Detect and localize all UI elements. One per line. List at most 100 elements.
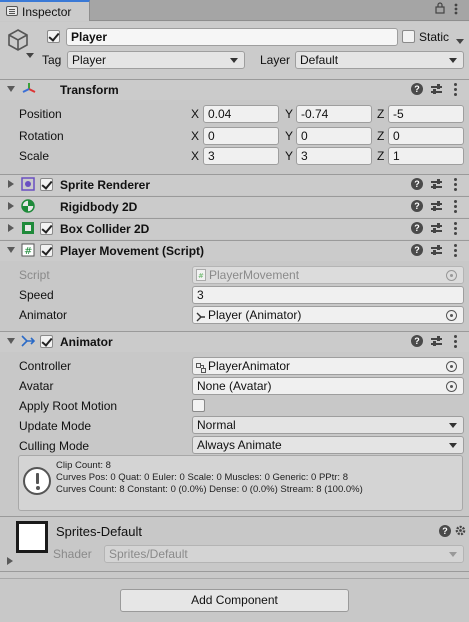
add-component-button[interactable]: Add Component (120, 589, 349, 612)
component-menu-icon[interactable] (453, 244, 457, 258)
lock-icon[interactable] (435, 2, 445, 17)
animator-title: Animator (60, 335, 113, 349)
object-picker-icon[interactable] (446, 361, 457, 372)
presets-icon[interactable] (430, 82, 444, 96)
gear-icon[interactable] (454, 524, 467, 540)
scale-x-field[interactable]: 3 (203, 147, 279, 165)
avatar-field[interactable]: None (Avatar) (192, 377, 464, 395)
rigidbody-2d-header[interactable]: Rigidbody 2D ? (0, 196, 469, 217)
tab-menu-icon[interactable] (454, 2, 458, 19)
script-label: Script (19, 268, 50, 282)
rotation-z-field[interactable]: 0 (388, 127, 464, 145)
presets-icon[interactable] (430, 221, 444, 235)
apply-root-motion-checkbox[interactable] (192, 399, 205, 412)
chevron-down-icon (449, 443, 457, 448)
position-z-field[interactable]: -5 (388, 105, 464, 123)
culling-mode-dropdown[interactable]: Always Animate (192, 436, 464, 454)
foldout-open-icon[interactable] (7, 247, 15, 253)
scale-y-label[interactable]: Y (285, 149, 293, 163)
animator-reference-value: Player (Animator) (208, 308, 302, 322)
script-value: PlayerMovement (209, 268, 300, 282)
sprite-renderer-enabled-checkbox[interactable] (40, 178, 53, 191)
apply-root-motion-label: Apply Root Motion (19, 399, 118, 413)
animator-header[interactable]: Animator ? (0, 331, 469, 352)
scale-z-label[interactable]: Z (377, 149, 384, 163)
object-picker-icon[interactable] (446, 381, 457, 392)
material-preview-swatch[interactable] (16, 521, 48, 553)
controller-value: PlayerAnimator (208, 359, 291, 373)
animator-small-icon (196, 310, 206, 323)
presets-icon[interactable] (430, 177, 444, 191)
rotation-x-field[interactable]: 0 (203, 127, 279, 145)
help-icon[interactable]: ? (411, 244, 423, 256)
component-menu-icon[interactable] (453, 222, 457, 236)
info-icon (23, 467, 51, 495)
animator-enabled-checkbox[interactable] (40, 335, 53, 348)
component-menu-icon[interactable] (453, 178, 457, 192)
script-field: PlayerMovement # (192, 266, 464, 284)
transform-header[interactable]: Transform ? (0, 79, 469, 100)
player-movement-enabled-checkbox[interactable] (40, 244, 53, 257)
rotation-x-label[interactable]: X (191, 129, 199, 143)
script-icon: # (21, 243, 35, 257)
controller-field[interactable]: PlayerAnimator (192, 357, 464, 375)
position-z-label[interactable]: Z (377, 107, 384, 121)
speed-label: Speed (19, 288, 54, 302)
position-x-field[interactable]: 0.04 (203, 105, 279, 123)
object-picker-icon[interactable] (446, 310, 457, 321)
foldout-closed-icon[interactable] (8, 180, 14, 188)
presets-icon[interactable] (430, 243, 444, 257)
separator (0, 571, 469, 572)
rotation-y-label[interactable]: Y (285, 129, 293, 143)
animator-reference-field[interactable]: Player (Animator) (192, 306, 464, 324)
layer-dropdown[interactable]: Default (295, 51, 464, 69)
box-collider-2d-header[interactable]: Box Collider 2D ? (0, 218, 469, 239)
scale-y-field[interactable]: 3 (296, 147, 372, 165)
help-icon[interactable]: ? (411, 200, 423, 212)
object-name-field[interactable]: Player (66, 28, 398, 46)
update-mode-label: Update Mode (19, 419, 92, 433)
help-icon[interactable]: ? (439, 525, 451, 537)
player-movement-header[interactable]: # Player Movement (Script) ? (0, 240, 469, 261)
presets-icon[interactable] (430, 334, 444, 348)
scale-x-label[interactable]: X (191, 149, 199, 163)
tag-dropdown[interactable]: Player (67, 51, 245, 69)
rotation-y-field[interactable]: 0 (296, 127, 372, 145)
static-checkbox[interactable] (402, 30, 415, 43)
position-y-label[interactable]: Y (285, 107, 293, 121)
speed-field[interactable]: 3 (192, 286, 464, 304)
foldout-open-icon[interactable] (7, 338, 15, 344)
help-icon[interactable]: ? (411, 83, 423, 95)
info-line-curves-count: Curves Count: 8 Constant: 0 (0.0%) Dense… (56, 484, 363, 495)
presets-icon[interactable] (430, 199, 444, 213)
sprite-renderer-header[interactable]: Sprite Renderer ? (0, 174, 469, 195)
active-checkbox[interactable] (47, 30, 60, 43)
foldout-open-icon[interactable] (7, 86, 15, 92)
svg-text:#: # (198, 272, 204, 280)
rotation-z-label[interactable]: Z (377, 129, 384, 143)
foldout-closed-icon[interactable] (8, 224, 14, 232)
component-menu-icon[interactable] (453, 83, 457, 97)
tag-value: Player (72, 53, 107, 67)
player-movement-title: Player Movement (Script) (60, 244, 205, 258)
foldout-closed-icon[interactable] (7, 557, 13, 565)
help-icon[interactable]: ? (411, 178, 423, 190)
shader-value: Sprites/Default (109, 547, 188, 561)
icon-dropdown-arrow-icon[interactable] (26, 48, 34, 62)
tab-inspector[interactable]: Inspector (0, 0, 90, 21)
scale-z-field[interactable]: 1 (388, 147, 464, 165)
help-icon[interactable]: ? (411, 335, 423, 347)
layer-label: Layer (260, 53, 291, 67)
position-x-label[interactable]: X (191, 107, 199, 121)
transform-icon (22, 82, 36, 96)
position-y-field[interactable]: -0.74 (296, 105, 372, 123)
foldout-closed-icon[interactable] (8, 202, 14, 210)
static-dropdown-icon[interactable] (456, 34, 464, 48)
update-mode-dropdown[interactable]: Normal (192, 416, 464, 434)
component-menu-icon[interactable] (453, 200, 457, 214)
avatar-value: None (Avatar) (197, 379, 272, 393)
component-menu-icon[interactable] (453, 335, 457, 349)
shader-label: Shader (53, 547, 92, 561)
help-icon[interactable]: ? (411, 222, 423, 234)
box-collider-enabled-checkbox[interactable] (40, 222, 53, 235)
